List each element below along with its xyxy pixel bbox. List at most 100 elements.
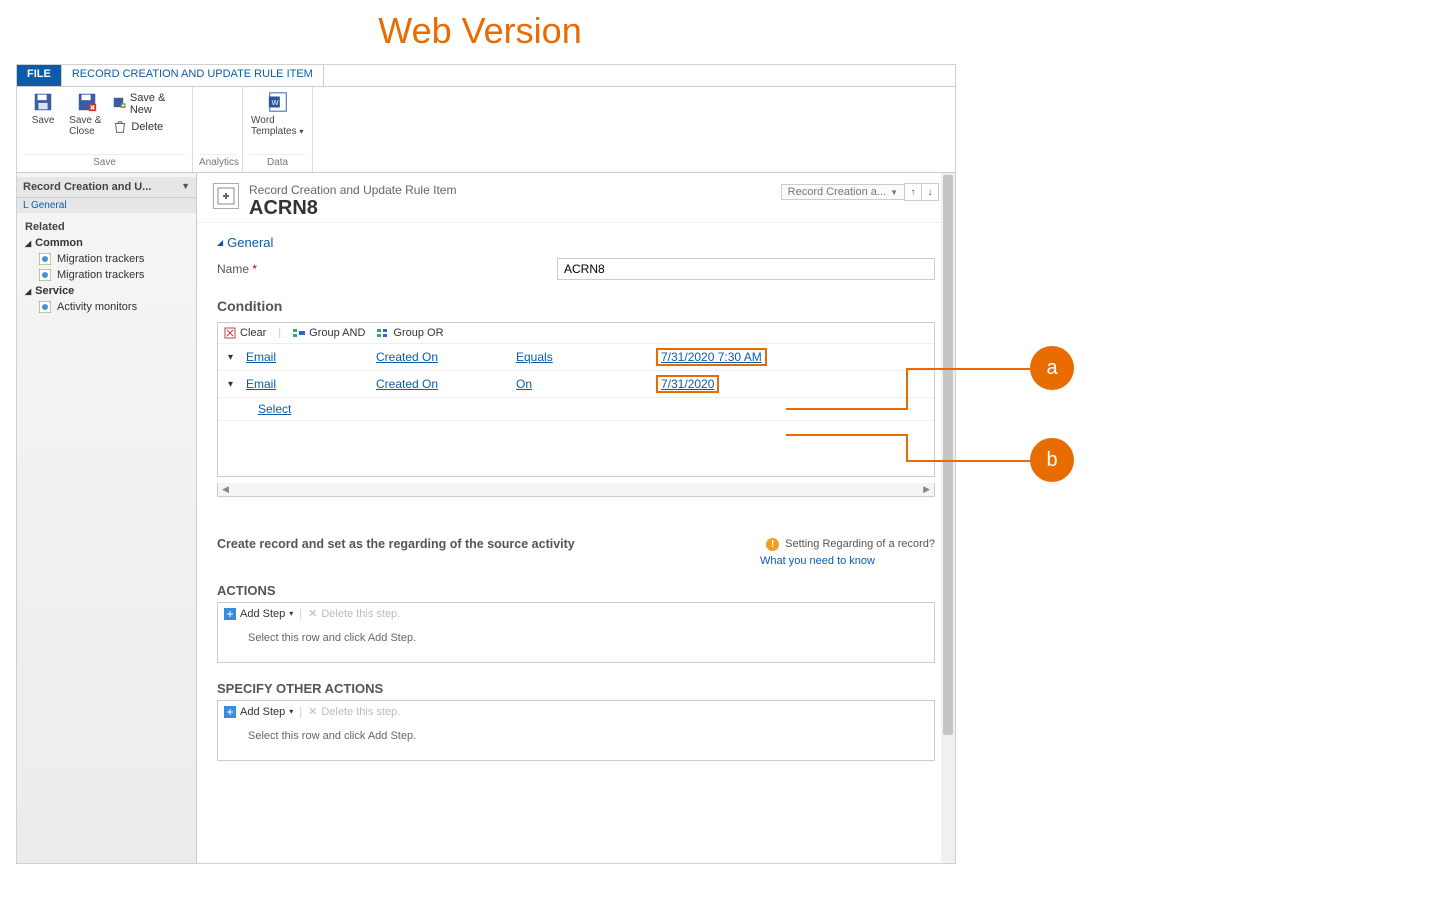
annotation-badge-b: b <box>1030 438 1074 482</box>
nav-down-button[interactable]: ↓ <box>921 183 939 201</box>
word-templates-button[interactable]: W Word Templates ▾ <box>249 89 306 139</box>
sidebar-group-service[interactable]: ◢ Service <box>17 283 196 299</box>
setting-regarding-text: Setting Regarding of a record? <box>785 538 935 550</box>
caret-down-icon: ◢ <box>25 239 31 248</box>
chevron-down-icon: ▼ <box>181 181 190 191</box>
sidebar-item-migration-trackers-0[interactable]: Migration trackers <box>17 251 196 267</box>
other-actions-box: Add Step▾ | ✕Delete this step. Select th… <box>217 700 935 761</box>
horizontal-scrollbar[interactable]: ◀▶ <box>217 483 935 497</box>
add-step-icon <box>224 706 236 718</box>
ribbon: Save Save & Close Save & New <box>17 87 955 173</box>
cond-value-1[interactable]: 7/31/2020 <box>661 377 714 391</box>
sidebar-general-link[interactable]: L General <box>17 198 196 213</box>
trash-icon <box>113 120 127 134</box>
add-step-icon <box>224 608 236 620</box>
cond-entity-0[interactable]: Email <box>246 350 276 364</box>
record-icon <box>213 183 239 209</box>
save-close-label: Save & Close <box>69 115 105 137</box>
add-step-button[interactable]: Add Step▾ <box>224 608 293 620</box>
cond-op-1[interactable]: On <box>516 377 532 391</box>
group-and-icon <box>293 327 305 339</box>
main-area: Record Creation and Update Rule Item ACR… <box>197 173 955 863</box>
condition-row-0[interactable]: ▾ Email Created On Equals 7/31/2020 7:30… <box>218 344 934 371</box>
sidebar-item-migration-trackers-1[interactable]: Migration trackers <box>17 267 196 283</box>
page-title-banner: Web Version <box>120 0 840 70</box>
cond-field-0[interactable]: Created On <box>376 350 438 364</box>
form-content: ◢ General Name * Condition Clear | Group… <box>197 223 955 853</box>
cond-value-0[interactable]: 7/31/2020 7:30 AM <box>661 350 762 364</box>
ribbon-group-save: Save Save & Close Save & New <box>17 87 193 172</box>
section-general[interactable]: ◢ General <box>217 235 935 250</box>
vertical-scrollbar[interactable] <box>941 173 955 863</box>
entity-icon <box>39 269 51 281</box>
add-step-button-other[interactable]: Add Step▾ <box>224 706 293 718</box>
app-window: FILE RECORD CREATION AND UPDATE RULE ITE… <box>16 64 956 864</box>
ribbon-group-analytics-label: Analytics <box>199 154 236 170</box>
save-close-button[interactable]: Save & Close <box>67 89 107 139</box>
group-or-button[interactable]: Group OR <box>377 327 443 339</box>
word-templates-label: Word Templates ▾ <box>251 115 304 137</box>
cond-entity-1[interactable]: Email <box>246 377 276 391</box>
cond-field-1[interactable]: Created On <box>376 377 438 391</box>
scroll-left-icon: ◀ <box>222 484 229 495</box>
nav-up-button[interactable]: ↑ <box>904 183 922 201</box>
entity-icon <box>39 301 51 313</box>
save-new-button[interactable]: Save & New <box>111 91 186 117</box>
clear-icon <box>224 327 236 339</box>
save-button[interactable]: Save <box>23 89 63 139</box>
tab-file[interactable]: FILE <box>17 65 62 86</box>
entity-icon <box>39 253 51 265</box>
actions-title: ACTIONS <box>217 583 935 598</box>
warning-icon: ! <box>766 538 779 551</box>
chevron-down-icon[interactable]: ▾ <box>228 352 246 363</box>
name-label: Name * <box>217 262 557 276</box>
condition-select-row[interactable]: Select <box>218 398 934 421</box>
caret-down-icon: ◢ <box>217 238 223 247</box>
sidebar-header[interactable]: Record Creation and U... ▼ <box>17 177 196 198</box>
ribbon-group-data-label: Data <box>249 154 306 170</box>
svg-text:W: W <box>271 98 278 107</box>
select-link[interactable]: Select <box>258 402 291 416</box>
record-title: ACRN8 <box>249 197 771 220</box>
clear-button[interactable]: Clear <box>224 327 266 339</box>
delete-step-button-other: ✕Delete this step. <box>308 705 400 718</box>
save-new-label: Save & New <box>130 92 184 116</box>
save-new-icon <box>113 97 126 111</box>
close-icon: ✕ <box>308 607 317 620</box>
actions-empty-text[interactable]: Select this row and click Add Step. <box>218 624 934 652</box>
save-label: Save <box>32 115 55 126</box>
delete-label: Delete <box>131 121 163 133</box>
delete-button[interactable]: Delete <box>111 119 186 135</box>
condition-row-1[interactable]: ▾ Email Created On On 7/31/2020 <box>218 371 934 398</box>
delete-step-button: ✕Delete this step. <box>308 607 400 620</box>
close-icon: ✕ <box>308 705 317 718</box>
ribbon-tabbar: FILE RECORD CREATION AND UPDATE RULE ITE… <box>17 65 955 87</box>
chevron-down-icon[interactable]: ▾ <box>228 379 246 390</box>
form-selector[interactable]: Record Creation a...▼ <box>781 184 905 200</box>
caret-down-icon: ◢ <box>25 287 31 296</box>
chevron-down-icon: ▼ <box>890 188 898 197</box>
sidebar-group-common[interactable]: ◢ Common <box>17 235 196 251</box>
breadcrumb: Record Creation and Update Rule Item <box>249 183 771 197</box>
sidebar-header-label: Record Creation and U... <box>23 181 151 193</box>
ribbon-group-save-label: Save <box>23 154 186 170</box>
save-close-icon <box>76 91 98 113</box>
actions-box: Add Step▾ | ✕Delete this step. Select th… <box>217 602 935 663</box>
ribbon-group-analytics: Analytics <box>193 87 243 172</box>
other-actions-title: SPECIFY OTHER ACTIONS <box>217 681 935 696</box>
create-record-text: Create record and set as the regarding o… <box>217 537 575 551</box>
chevron-down-icon: ▾ <box>299 127 303 136</box>
sidebar: Record Creation and U... ▼ L General Rel… <box>17 173 197 863</box>
group-and-button[interactable]: Group AND <box>293 327 365 339</box>
word-icon: W <box>267 91 289 113</box>
name-input[interactable] <box>557 258 935 280</box>
ribbon-group-data: W Word Templates ▾ Data <box>243 87 313 172</box>
condition-label: Condition <box>217 298 935 314</box>
other-actions-empty-text[interactable]: Select this row and click Add Step. <box>218 722 934 750</box>
tab-record-rule-item[interactable]: RECORD CREATION AND UPDATE RULE ITEM <box>62 65 324 86</box>
what-you-need-link[interactable]: What you need to know <box>217 555 935 567</box>
sidebar-item-activity-monitors[interactable]: Activity monitors <box>17 299 196 315</box>
cond-op-0[interactable]: Equals <box>516 350 553 364</box>
annotation-badge-a: a <box>1030 346 1074 390</box>
condition-box: Clear | Group AND Group OR ▾ Email Creat… <box>217 322 935 477</box>
